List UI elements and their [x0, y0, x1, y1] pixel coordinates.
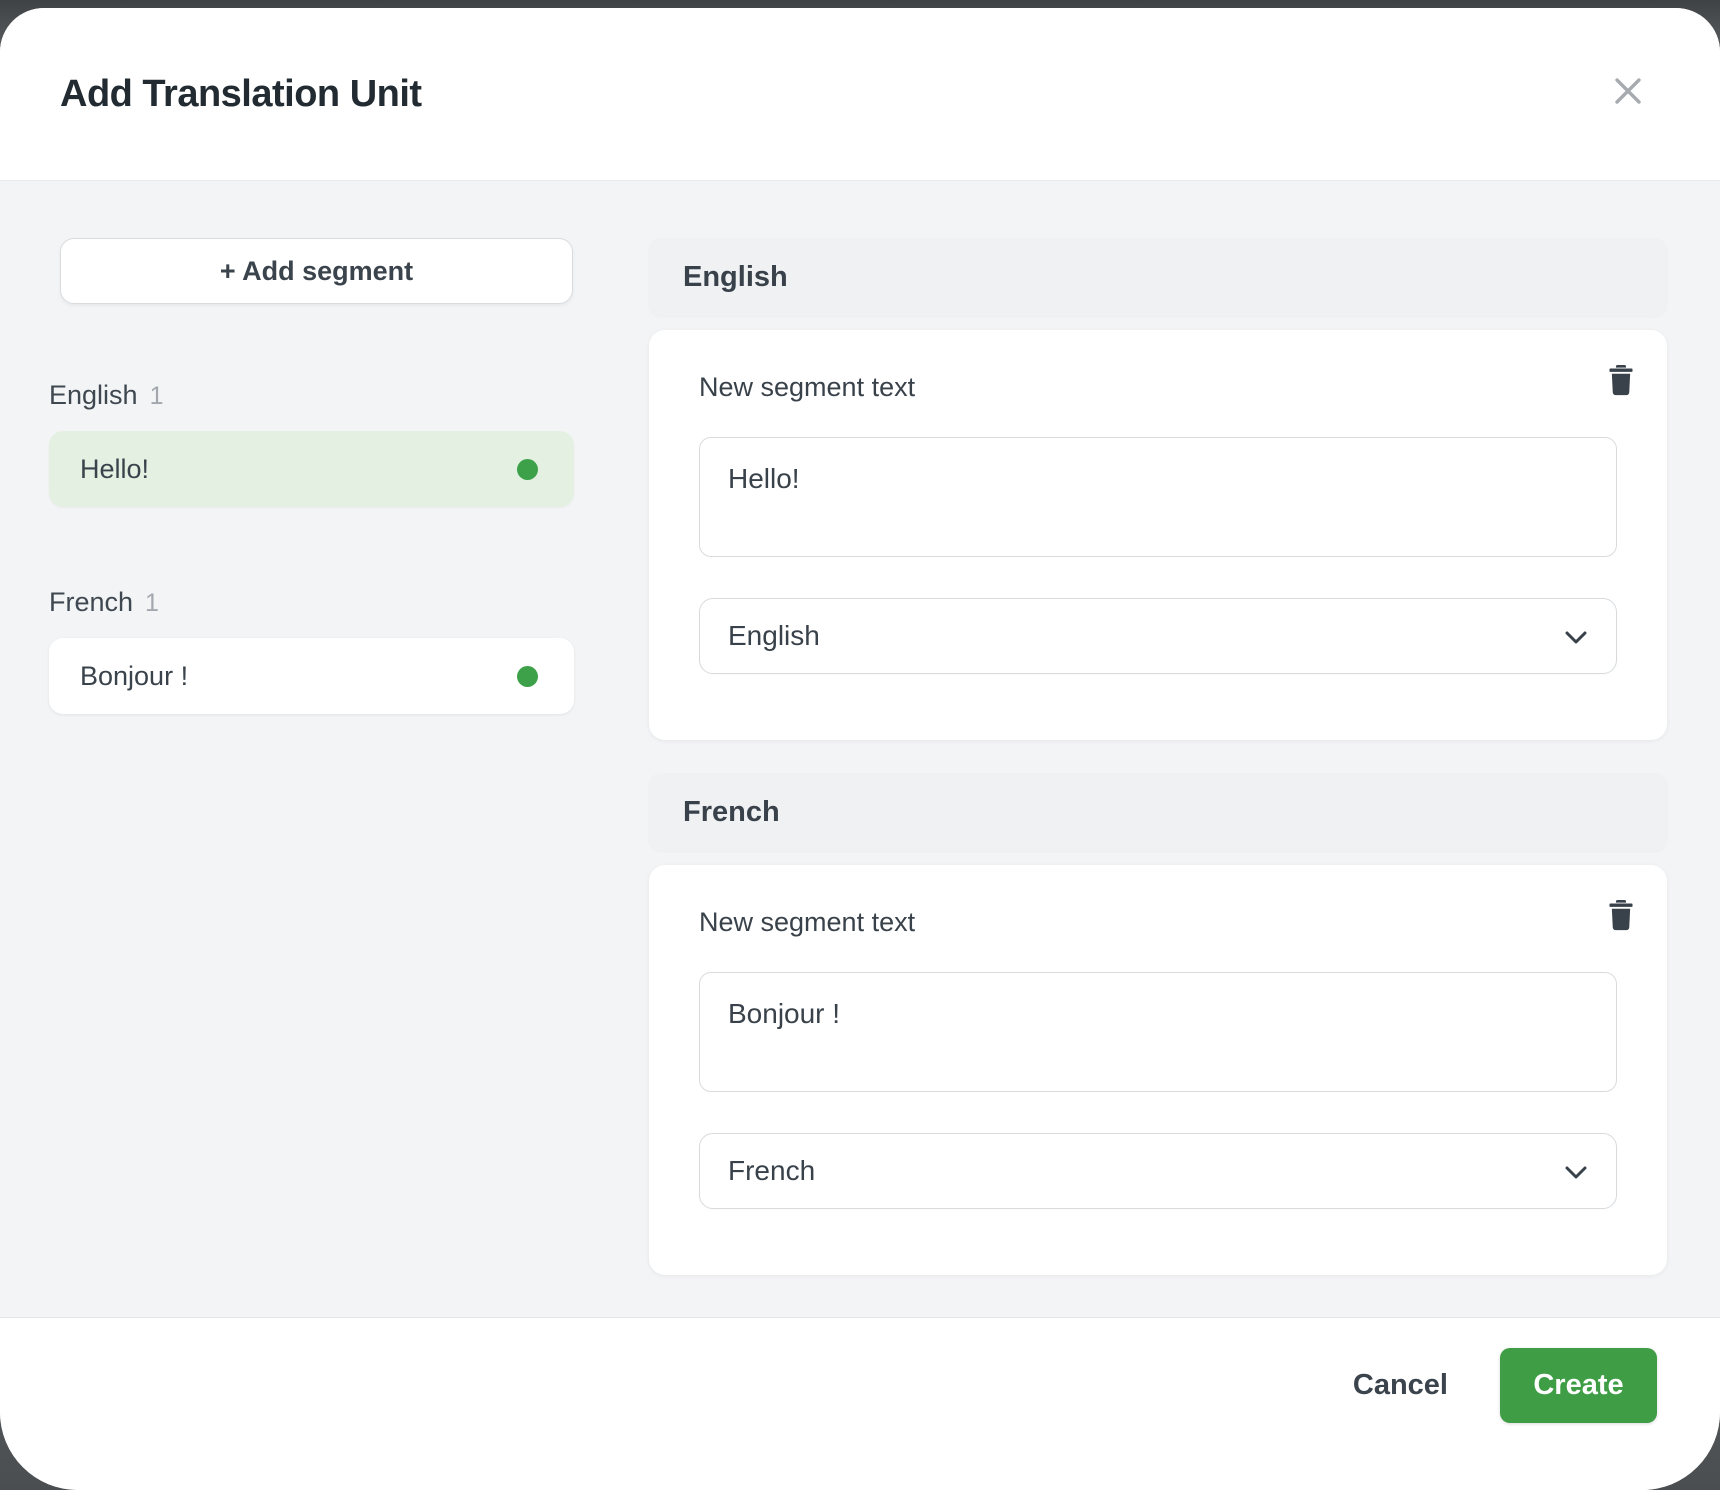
add-translation-unit-dialog: Add Translation Unit + Add segment Engli… [0, 8, 1720, 1490]
group-count-badge: 1 [150, 382, 164, 410]
language-select[interactable]: French [699, 1133, 1617, 1209]
chevron-down-icon [1564, 1155, 1588, 1187]
trash-icon [1605, 363, 1637, 400]
language-section-title: English [683, 261, 788, 294]
language-section-french: French New segment text Bonjour ! French [649, 773, 1667, 1275]
segment-card: New segment text Bonjour ! French [649, 865, 1667, 1275]
group-label: French 1 [49, 587, 574, 618]
trash-icon [1605, 898, 1637, 935]
segments-sidebar: + Add segment English 1 Hello! French 1 Bo… [49, 238, 574, 1317]
dialog-header: Add Translation Unit [0, 8, 1720, 180]
dialog-body: + Add segment English 1 Hello! French 1 Bo… [0, 180, 1720, 1318]
close-button[interactable] [1606, 70, 1650, 114]
segment-card: New segment text Hello! English [649, 330, 1667, 740]
chevron-down-icon [1564, 620, 1588, 652]
segment-text-label: New segment text [699, 907, 1617, 938]
segment-item-text: Hello! [80, 454, 149, 485]
language-section-english: English New segment text Hello! English [649, 238, 1667, 740]
segment-text-label: New segment text [699, 372, 1617, 403]
cancel-button[interactable]: Cancel [1353, 1369, 1448, 1402]
group-count-badge: 1 [145, 589, 159, 617]
language-section-header: French [649, 773, 1667, 851]
close-icon [1611, 74, 1645, 111]
segment-item-text: Bonjour ! [80, 661, 188, 692]
group-language-label: English [49, 380, 138, 410]
segment-group-french: French 1 Bonjour ! [49, 587, 574, 714]
segment-editor: English New segment text Hello! English [649, 238, 1667, 1317]
segment-status-dot [517, 666, 538, 687]
segment-status-dot [517, 459, 538, 480]
delete-segment-button[interactable] [1601, 895, 1641, 937]
language-select[interactable]: English [699, 598, 1617, 674]
language-select-value: French [728, 1155, 815, 1187]
dialog-footer: Cancel Create [0, 1318, 1720, 1490]
add-segment-button[interactable]: + Add segment [60, 238, 573, 304]
language-section-title: French [683, 796, 780, 829]
language-section-header: English [649, 238, 1667, 316]
delete-segment-button[interactable] [1601, 360, 1641, 402]
group-language-label: French [49, 587, 133, 617]
segment-group-english: English 1 Hello! [49, 380, 574, 507]
group-label: English 1 [49, 380, 574, 411]
language-select-value: English [728, 620, 820, 652]
segment-list-item[interactable]: Bonjour ! [49, 638, 574, 714]
segment-list-item[interactable]: Hello! [49, 431, 574, 507]
dialog-title: Add Translation Unit [60, 73, 422, 116]
segment-text-input[interactable]: Bonjour ! [699, 972, 1617, 1092]
create-button[interactable]: Create [1500, 1348, 1657, 1423]
segment-text-input[interactable]: Hello! [699, 437, 1617, 557]
